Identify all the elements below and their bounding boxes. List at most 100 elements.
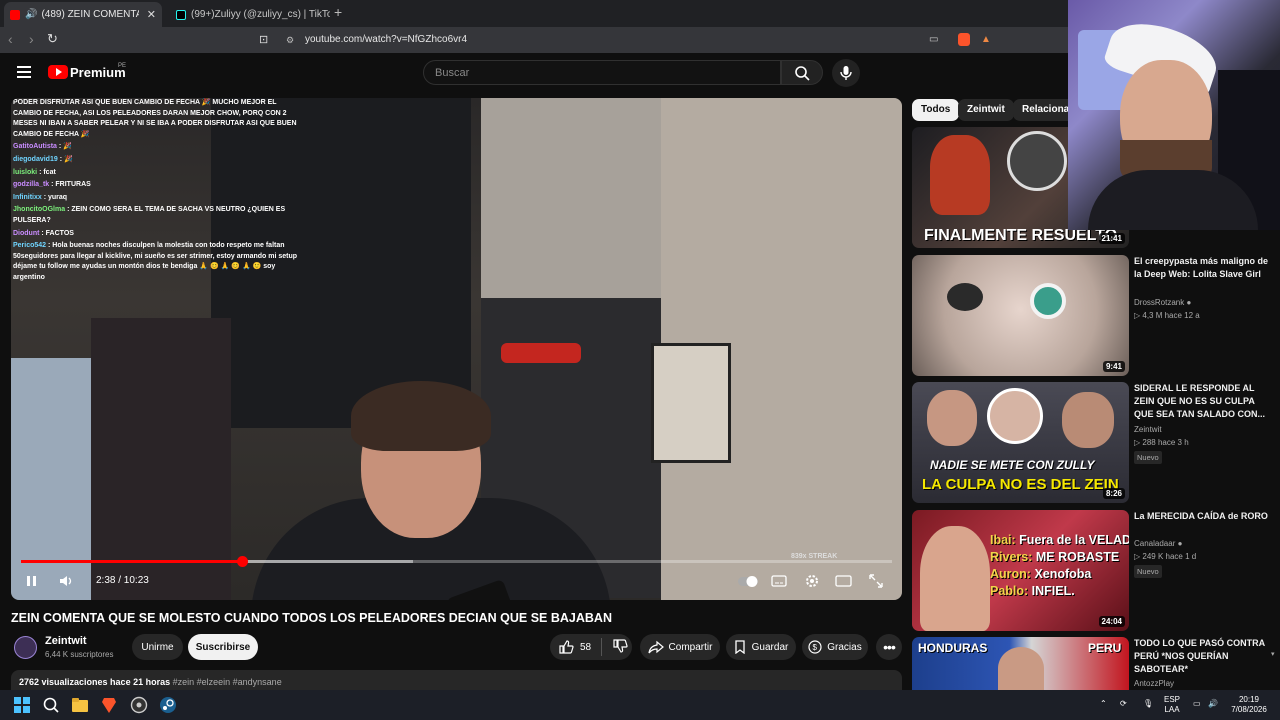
verified-icon: ●: [1177, 539, 1183, 548]
chat-message: GatitoAutista : 🎉: [13, 142, 303, 153]
thumb-eye: [1030, 283, 1066, 319]
brave-browser-icon[interactable]: [100, 696, 118, 714]
thumb-line-name: Rivers:: [990, 550, 1033, 564]
autoplay-toggle[interactable]: [737, 572, 759, 590]
channel-avatar[interactable]: [14, 636, 37, 659]
like-count: 58: [580, 641, 592, 653]
channel-label: Canaladaar: [1134, 539, 1176, 548]
thanks-button[interactable]: $ Gracias: [802, 634, 868, 660]
channel-label: DrossRotzank: [1134, 298, 1185, 307]
tray-overflow-icon[interactable]: ⌃: [1100, 699, 1107, 709]
menu-icon[interactable]: [17, 66, 31, 78]
cast-icon[interactable]: ▭: [929, 34, 938, 45]
subscribe-button[interactable]: Suscribirse: [188, 634, 258, 660]
stream-chat-overlay: PODER DISFRUTAR ASI QUE BUEN CAMBIO DE F…: [13, 98, 303, 286]
thumb-eye: [947, 283, 983, 311]
forward-icon[interactable]: ›: [29, 31, 34, 47]
thumb-line: Rivers: ME ROBASTE: [990, 549, 1129, 566]
channel-name[interactable]: Zeintwit: [45, 635, 87, 647]
chat-username: Diodunt: [13, 229, 42, 237]
tab-title: (99+)Zuliyy (@zuliyy_cs) | TikTok: [191, 9, 330, 20]
back-icon[interactable]: ‹: [8, 31, 13, 47]
shelf-background: [91, 318, 231, 600]
hashtags[interactable]: #zein #elzeein #andynsane: [173, 677, 282, 687]
video-thumbnail[interactable]: NADIE SE METE CON ZULLY LA CULPA NO ES D…: [912, 382, 1129, 503]
new-badge: Nuevo: [1134, 451, 1162, 464]
related-channel[interactable]: Canaladaar ●: [1134, 539, 1182, 548]
rewards-icon[interactable]: ▲: [981, 34, 991, 45]
chat-message: Infinitixx : yuraq: [13, 193, 303, 204]
thumb-circle: [1007, 131, 1067, 191]
youtube-logo-icon[interactable]: [48, 65, 68, 79]
related-channel[interactable]: DrossRotzank ●: [1134, 298, 1191, 307]
scrubber-handle[interactable]: [237, 556, 249, 567]
autoplay-toggle-icon: [738, 576, 758, 587]
related-channel[interactable]: Zeintwit: [1134, 425, 1162, 434]
file-explorer-icon[interactable]: [71, 696, 89, 714]
obs-icon[interactable]: [130, 696, 148, 714]
windows-start-icon[interactable]: [13, 696, 31, 714]
steam-icon[interactable]: [159, 696, 177, 714]
framed-card: [651, 343, 731, 463]
brave-shield-icon[interactable]: [958, 33, 970, 46]
related-video-title[interactable]: TODO LO QUE PASÓ CONTRA PERÚ *NOS QUERÍA…: [1134, 637, 1274, 676]
thumb-figure: [930, 135, 990, 215]
language-indicator[interactable]: ESP LAA: [1164, 695, 1180, 715]
bookmark-icon[interactable]: ⊡: [259, 33, 268, 46]
join-button[interactable]: Unirme: [132, 634, 183, 660]
voice-search-button[interactable]: [832, 59, 860, 87]
search-icon[interactable]: [42, 696, 60, 714]
network-sync-icon[interactable]: ⟳: [1120, 699, 1127, 709]
like-button[interactable]: 58: [558, 639, 591, 655]
fullscreen-button[interactable]: [868, 572, 884, 590]
chat-text: : 🎉: [59, 155, 73, 163]
settings-button[interactable]: [804, 572, 820, 590]
theater-mode-button[interactable]: [835, 572, 853, 590]
chip-zeintwit[interactable]: Zeintwit: [958, 99, 1014, 121]
related-channel[interactable]: AntozzPlay: [1134, 679, 1174, 688]
chip-todos[interactable]: Todos: [912, 99, 960, 121]
url-field[interactable]: youtube.com/watch?v=NfGZhco6vr4: [305, 34, 467, 45]
chip-related[interactable]: Relacionad: [1013, 99, 1075, 121]
video-thumbnail[interactable]: 9:41: [912, 255, 1129, 376]
volume-button[interactable]: [58, 572, 76, 590]
save-button[interactable]: Guardar: [726, 634, 796, 660]
search-input[interactable]: Buscar: [423, 60, 781, 85]
pause-button[interactable]: [25, 572, 39, 590]
reload-icon[interactable]: ↻: [47, 31, 58, 47]
thumb-face: [987, 388, 1043, 444]
video-thumbnail[interactable]: Ibai: Fuera de la VELADA Rivers: ME ROBA…: [912, 510, 1129, 631]
video-duration: 24:04: [1098, 616, 1125, 627]
views-and-date: 2762 visualizaciones hace 21 horas: [19, 677, 171, 687]
volume-tray-icon[interactable]: 🔊: [1208, 699, 1218, 709]
dislike-button[interactable]: [612, 638, 628, 657]
related-video-title[interactable]: La MERECIDA CAÍDA de RORO: [1134, 510, 1274, 523]
lang-layout: LAA: [1164, 705, 1180, 714]
super-thanks-icon: $: [808, 640, 822, 654]
monitor-tray-icon[interactable]: ▭: [1193, 699, 1201, 709]
video-thumbnail[interactable]: HONDURAS PERU: [912, 637, 1129, 690]
related-video-title[interactable]: SIDERAL LE RESPONDE AL ZEIN QUE NO ES SU…: [1134, 382, 1274, 421]
more-actions-button[interactable]: •••: [876, 634, 902, 660]
mic-tray-icon[interactable]: 🎙: [1143, 699, 1153, 709]
video-player[interactable]: PODER DISFRUTAR ASI QUE BUEN CAMBIO DE F…: [11, 98, 902, 600]
search-button[interactable]: [781, 60, 823, 85]
chat-text: : 🎉: [58, 143, 72, 151]
clock-date: 7/08/2026: [1231, 705, 1267, 714]
close-tab-icon[interactable]: ✕: [147, 8, 156, 21]
clock[interactable]: 20:19 7/08/2026: [1226, 695, 1272, 715]
wall-panel: [481, 98, 661, 318]
new-tab-button[interactable]: +: [334, 4, 342, 20]
progress-bar[interactable]: [21, 556, 892, 567]
site-info-icon[interactable]: ⚙: [286, 35, 294, 46]
browser-tab-youtube[interactable]: 🔊 (489) ZEIN COMENTA QUE SE ✕: [4, 2, 162, 27]
description-box[interactable]: 2762 visualizaciones hace 21 horas #zein…: [11, 670, 902, 690]
share-button[interactable]: Compartir: [640, 634, 720, 660]
speaker-icon: 🔊: [25, 9, 38, 20]
browser-tab-tiktok[interactable]: (99+)Zuliyy (@zuliyy_cs) | TikTok: [170, 2, 330, 27]
related-video-title[interactable]: El creepypasta más maligno de la Deep We…: [1134, 255, 1274, 281]
thumb-caption-secondary: LA CULPA NO ES DEL ZEIN: [922, 476, 1119, 493]
mic-icon: [840, 66, 852, 80]
scroll-down-icon[interactable]: ▾: [1271, 650, 1275, 658]
subtitles-button[interactable]: [771, 572, 787, 590]
